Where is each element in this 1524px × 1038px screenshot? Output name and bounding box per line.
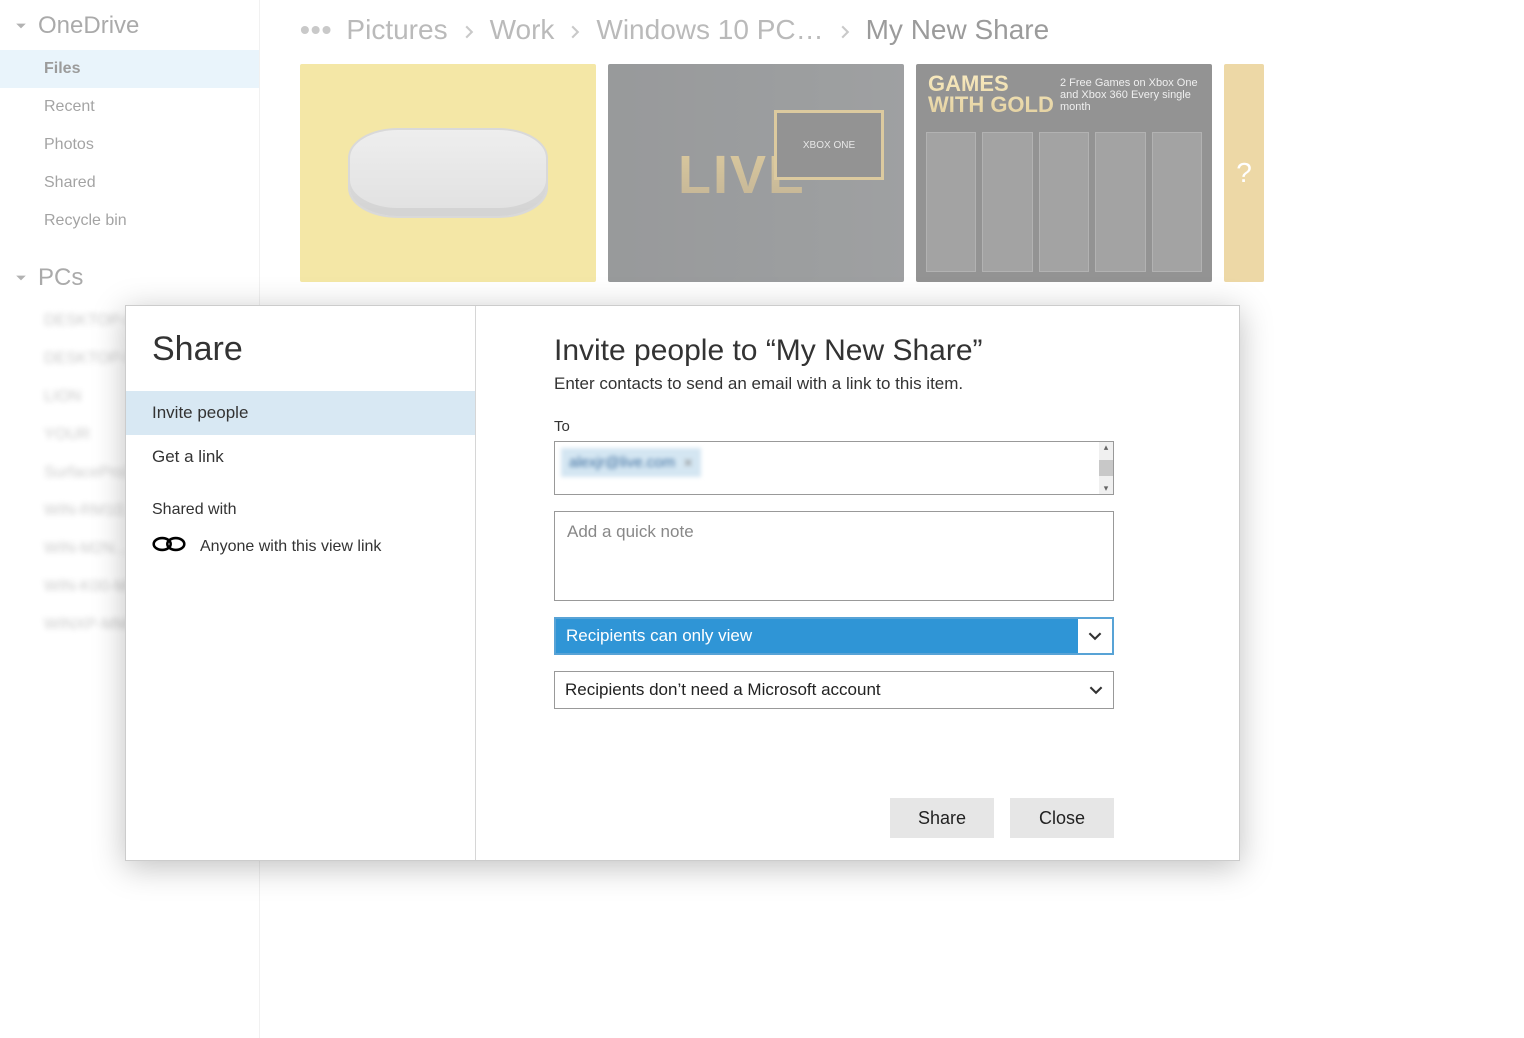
recipients-scrollbar[interactable]: ▴ ▾ [1099, 442, 1113, 494]
share-dialog-title: Share [126, 330, 475, 391]
account-select[interactable]: Recipients don’t need a Microsoft accoun… [554, 671, 1114, 709]
recipient-chip-text: alexjr@live.com [569, 454, 675, 471]
recipient-chip[interactable]: alexjr@live.com ✕ [561, 448, 701, 477]
chevron-down-icon [1079, 672, 1113, 708]
share-nav-invite-people[interactable]: Invite people [126, 391, 475, 435]
recipients-input[interactable]: alexjr@live.com ✕ ▴ ▾ [554, 441, 1114, 495]
share-dialog-heading: Invite people to “My New Share” [554, 334, 1161, 368]
share-button[interactable]: Share [890, 798, 994, 838]
share-dialog-nav: Share Invite people Get a link Shared wi… [126, 306, 476, 860]
share-nav-get-link[interactable]: Get a link [126, 435, 475, 479]
to-field-label: To [554, 418, 1161, 435]
permission-select[interactable]: Recipients can only view [554, 617, 1114, 655]
share-dialog-body: Invite people to “My New Share” Enter co… [476, 306, 1239, 860]
shared-with-label: Anyone with this view link [200, 538, 381, 556]
scroll-thumb[interactable] [1099, 460, 1113, 476]
share-dialog: Share Invite people Get a link Shared wi… [125, 305, 1240, 861]
shared-with-row[interactable]: Anyone with this view link [126, 529, 475, 564]
remove-recipient-icon[interactable]: ✕ [683, 456, 693, 470]
close-button[interactable]: Close [1010, 798, 1114, 838]
scroll-up-icon[interactable]: ▴ [1104, 442, 1109, 453]
permission-select-value: Recipients can only view [556, 619, 1078, 653]
share-dialog-subheading: Enter contacts to send an email with a l… [554, 374, 1161, 394]
chevron-down-icon [1078, 619, 1112, 653]
shared-with-header: Shared with [126, 479, 475, 529]
dialog-button-row: Share Close [554, 748, 1114, 838]
message-input[interactable] [554, 511, 1114, 601]
account-select-value: Recipients don’t need a Microsoft accoun… [555, 672, 1079, 708]
scroll-down-icon[interactable]: ▾ [1104, 483, 1109, 494]
link-icon [152, 535, 186, 558]
